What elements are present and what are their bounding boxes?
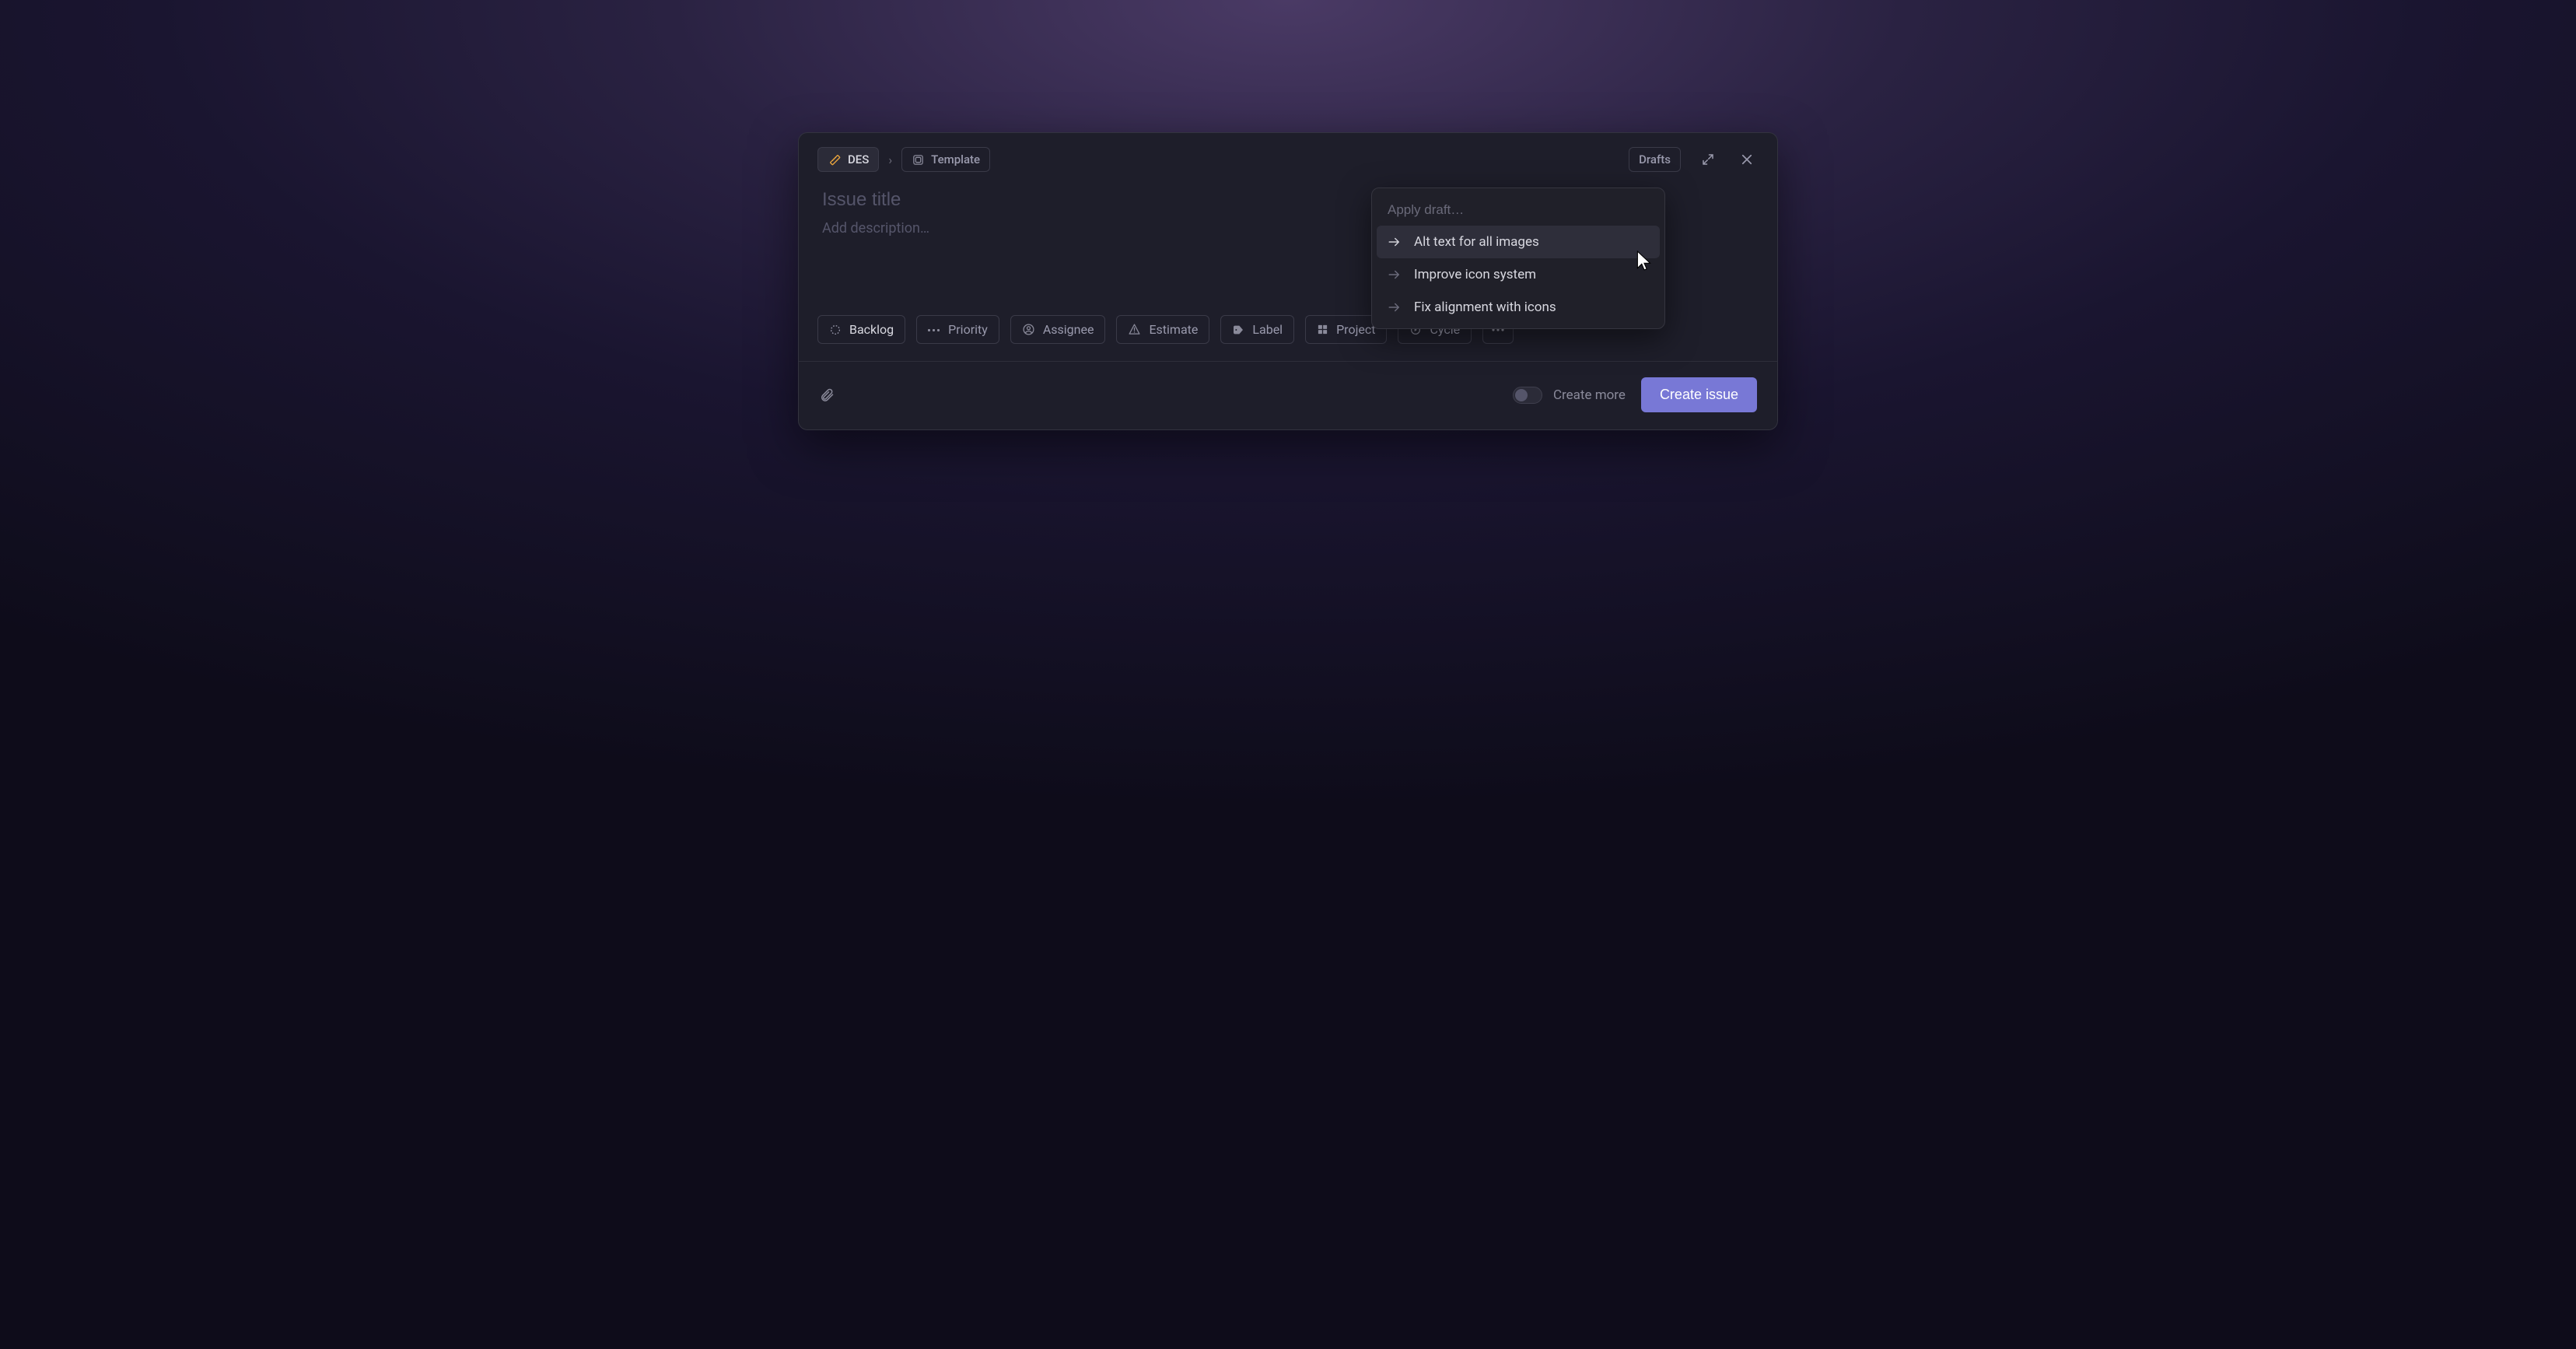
drafts-label: Drafts — [1639, 152, 1671, 166]
priority-pill[interactable]: Priority — [916, 315, 999, 344]
team-code-text: DES — [848, 152, 869, 166]
close-icon — [1740, 152, 1754, 166]
arrow-right-icon — [1388, 237, 1402, 247]
create-more-label: Create more — [1553, 387, 1626, 403]
draft-item[interactable]: Alt text for all images — [1377, 226, 1660, 258]
expand-button[interactable] — [1696, 148, 1720, 171]
template-label: Template — [931, 152, 980, 166]
drafts-button[interactable]: Drafts — [1629, 147, 1681, 172]
assignee-label: Assignee — [1043, 322, 1094, 337]
close-button[interactable] — [1735, 148, 1759, 171]
status-pill[interactable]: Backlog — [817, 315, 905, 344]
ruler-icon — [828, 152, 842, 166]
label-label: Label — [1252, 322, 1283, 337]
priority-label: Priority — [948, 322, 988, 337]
expand-icon — [1701, 152, 1715, 166]
attach-button[interactable] — [819, 387, 835, 403]
project-label: Project — [1336, 322, 1375, 337]
modal-header: DES › Template Drafts — [799, 133, 1777, 180]
estimate-icon — [1128, 323, 1141, 336]
header-right: Drafts — [1629, 147, 1759, 172]
project-icon — [1317, 324, 1328, 335]
assignee-icon — [1022, 323, 1035, 336]
backlog-status-icon — [829, 324, 842, 336]
template-icon — [912, 153, 925, 166]
drafts-popover: Alt text for all images Improve icon sys… — [1371, 187, 1665, 329]
team-chip[interactable]: DES — [817, 147, 879, 172]
create-issue-button-label: Create issue — [1660, 387, 1738, 402]
draft-item-label: Fix alignment with icons — [1414, 300, 1556, 315]
status-label: Backlog — [849, 322, 894, 337]
arrow-right-icon — [1388, 269, 1402, 280]
create-more-toggle[interactable] — [1513, 387, 1542, 404]
modal-footer: Create more Create issue — [799, 361, 1777, 429]
draft-item[interactable]: Fix alignment with icons — [1377, 291, 1660, 324]
draft-item[interactable]: Improve icon system — [1377, 258, 1660, 291]
assignee-pill[interactable]: Assignee — [1010, 315, 1106, 344]
estimate-label: Estimate — [1149, 322, 1198, 337]
create-issue-button[interactable]: Create issue — [1641, 377, 1757, 412]
draft-item-label: Improve icon system — [1414, 267, 1536, 282]
breadcrumb-separator: › — [888, 152, 892, 167]
draft-item-label: Alt text for all images — [1414, 234, 1539, 250]
drafts-search-input[interactable] — [1377, 193, 1660, 226]
label-icon — [1232, 324, 1244, 336]
paperclip-icon — [819, 387, 835, 403]
create-issue-modal: DES › Template Drafts — [798, 132, 1778, 430]
template-chip[interactable]: Template — [901, 147, 990, 172]
estimate-pill[interactable]: Estimate — [1116, 315, 1209, 344]
label-pill[interactable]: Label — [1220, 315, 1294, 344]
priority-icon — [928, 327, 940, 333]
arrow-right-icon — [1388, 302, 1402, 313]
